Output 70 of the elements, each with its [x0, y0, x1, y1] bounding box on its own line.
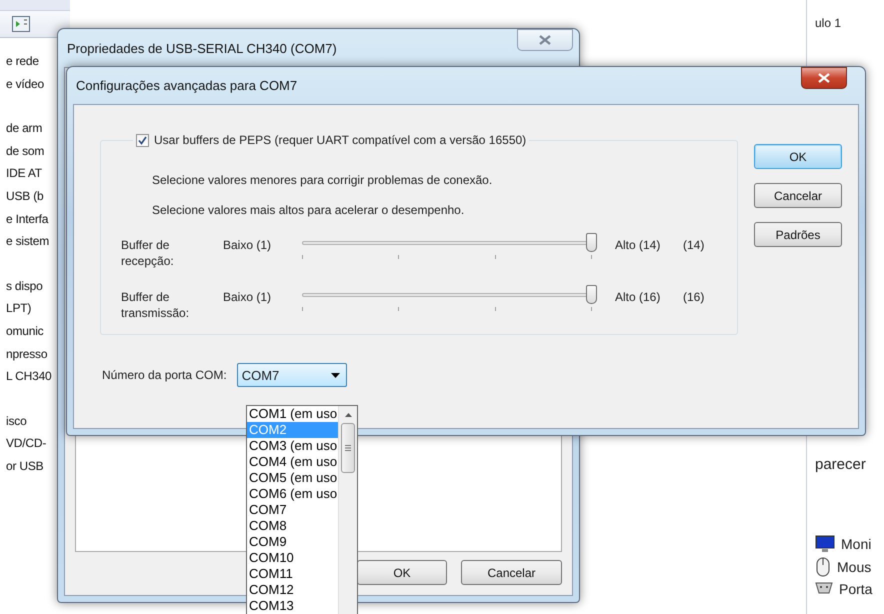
ok-button[interactable]: OK [357, 560, 447, 585]
dropdown-option[interactable]: COM13 [247, 598, 338, 614]
device-label[interactable]: Moni [841, 536, 872, 552]
device-category[interactable]: de arm [6, 117, 42, 140]
device-category[interactable]: isco [6, 410, 27, 432]
slider-value: (14) [682, 237, 706, 253]
hint-text: Selecione valores menores para corrigir problemas de conexão. [152, 173, 494, 187]
device-category[interactable]: or USB [6, 454, 44, 478]
close-button[interactable] [801, 67, 847, 89]
port-icon [815, 582, 833, 596]
device-label[interactable]: Mous [837, 559, 872, 575]
device-category[interactable]: e rede [6, 50, 39, 73]
dropdown-option[interactable]: COM6 (em uso [247, 486, 338, 502]
device-category[interactable]: omunic [6, 320, 44, 343]
dropdown-option[interactable]: COM8 [247, 518, 338, 534]
scrollbar[interactable] [338, 406, 357, 614]
dropdown-option[interactable]: COM7 [247, 502, 338, 518]
body-text: parecer [815, 456, 867, 473]
slider-label: Buffer de recepção: [121, 237, 175, 269]
max-label: Alto (16) [614, 289, 662, 305]
dropdown-option[interactable]: COM1 (em uso [247, 406, 338, 422]
slider-value: (16) [682, 289, 706, 305]
hint-text: Selecione valores mais altos para acelerar o desempenho. [152, 203, 466, 217]
port-dropdown[interactable]: COM7 [236, 363, 347, 387]
checkbox-label[interactable]: Usar buffers de PEPS (requer UART compatível com a versão 16550) [154, 133, 526, 147]
device-category[interactable]: e vídeo [6, 72, 44, 96]
slider-label: Buffer de transmissão: [121, 289, 190, 321]
window-title: Propriedades de USB-SERIAL CH340 (COM7) [66, 40, 337, 56]
min-label: Baixo (1) [223, 237, 272, 253]
dropdown-option[interactable]: COM4 (em uso [247, 454, 338, 470]
scroll-thumb[interactable] [341, 423, 355, 473]
device-category[interactable]: e Interfa [6, 208, 48, 230]
caret-icon [330, 372, 340, 378]
device-category[interactable]: IDE AT [6, 162, 42, 185]
slider-thumb[interactable] [586, 233, 597, 252]
fifo-checkbox[interactable] [136, 134, 149, 146]
dropdown-option[interactable]: COM3 (em uso [247, 438, 338, 454]
device-category[interactable]: LPT) [6, 297, 32, 320]
close-icon [818, 73, 830, 83]
scroll-up-icon[interactable] [344, 413, 352, 417]
mouse-icon [815, 557, 831, 577]
ok-button[interactable]: OK [754, 144, 842, 169]
cancel-button[interactable]: Cancelar [461, 560, 562, 585]
top-bar [0, 0, 70, 11]
device-category[interactable]: L CH340 [6, 365, 52, 388]
grip-icon [345, 445, 351, 451]
device-category[interactable]: s dispo [6, 274, 43, 298]
min-label: Baixo (1) [223, 289, 272, 305]
device-label[interactable]: Porta [839, 581, 872, 597]
device-category[interactable]: USB (b [6, 184, 44, 208]
toolbar-icon[interactable] [12, 16, 30, 32]
dropdown-option[interactable]: COM11 [247, 566, 338, 582]
device-category[interactable]: VD/CD- [6, 432, 46, 455]
monitor-icon [815, 535, 835, 553]
defaults-button[interactable]: Padrões [754, 222, 842, 247]
port-label: Número da porta COM: [102, 368, 227, 382]
cancel-button[interactable]: Cancelar [754, 183, 842, 208]
device-category[interactable]: de som [6, 140, 44, 162]
device-category[interactable]: e sistem [6, 230, 50, 253]
dropdown-option[interactable]: COM12 [247, 582, 338, 598]
close-icon [539, 35, 551, 45]
dropdown-option[interactable]: COM9 [247, 534, 338, 550]
document-title: ulo 1 [815, 16, 842, 30]
max-label: Alto (14) [614, 237, 662, 253]
slider-thumb[interactable] [586, 285, 597, 304]
dropdown-option[interactable]: COM5 (em uso [247, 470, 338, 486]
checkmark-icon [138, 136, 147, 144]
window-title: Configurações avançadas para COM7 [75, 78, 298, 93]
dropdown-option[interactable]: COM10 [247, 550, 338, 566]
device-category[interactable]: npresso [6, 342, 48, 366]
